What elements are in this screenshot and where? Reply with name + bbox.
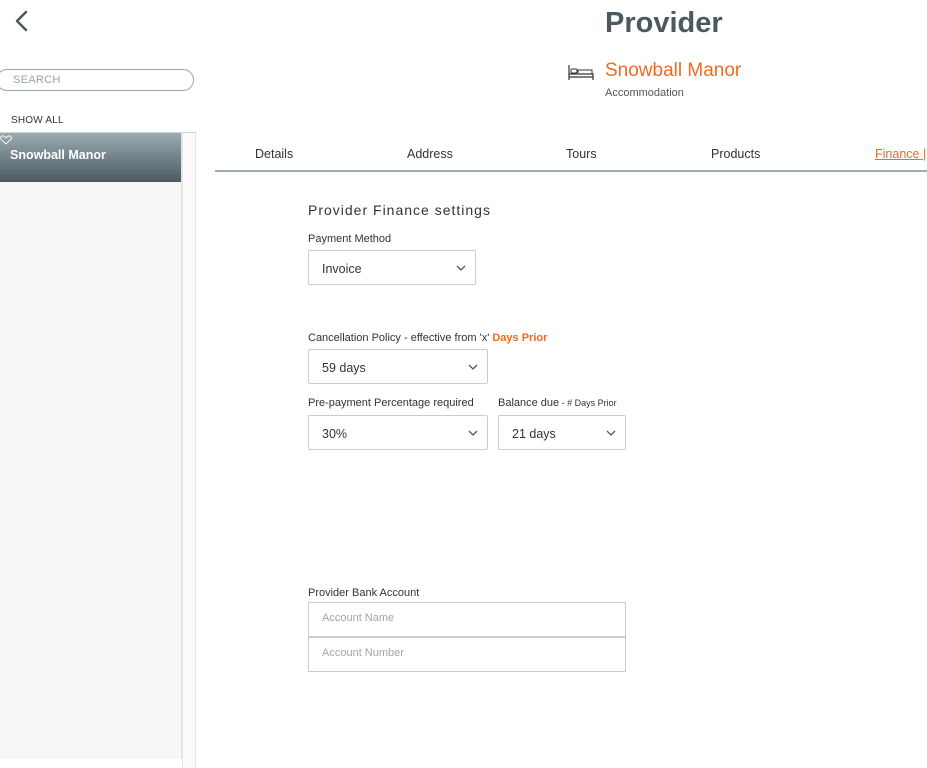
tab-details[interactable]: Details <box>255 147 293 161</box>
back-button[interactable] <box>10 9 34 33</box>
cancellation-label-text: Cancellation Policy - effective from 'x' <box>308 332 490 344</box>
account-number-input[interactable] <box>322 638 612 668</box>
tab-products[interactable]: Products <box>711 147 760 161</box>
prepayment-label: Pre-payment Percentage required <box>308 397 474 409</box>
balance-due-label-small: - # Days Prior <box>559 398 617 408</box>
balance-due-label-text: Balance due <box>498 397 560 409</box>
account-number-field[interactable] <box>308 637 626 672</box>
tab-address[interactable]: Address <box>407 147 453 161</box>
bed-icon <box>568 65 594 80</box>
section-title: Provider Finance settings <box>308 202 491 218</box>
show-all-link[interactable]: SHOW ALL <box>11 115 64 126</box>
list-item-label: Snowball Manor <box>10 148 106 162</box>
payment-method-select[interactable]: Invoice <box>308 250 476 285</box>
search-box[interactable] <box>0 69 194 91</box>
chevron-left-icon <box>15 10 28 32</box>
prepayment-value: 30% <box>322 427 348 441</box>
account-name-input[interactable] <box>322 603 612 633</box>
payment-method-label: Payment Method <box>308 233 392 245</box>
bank-account-label: Provider Bank Account <box>308 587 420 599</box>
provider-list <box>0 133 182 759</box>
list-item[interactable]: Snowball Manor <box>0 133 181 182</box>
tab-finance[interactable]: Finance | <box>875 147 926 161</box>
prepayment-select[interactable]: 30% <box>308 415 488 450</box>
list-scrollbar[interactable] <box>182 133 196 768</box>
tabs-underline <box>215 170 927 172</box>
search-input[interactable] <box>13 70 193 90</box>
chevron-down-icon <box>468 430 478 436</box>
cancellation-label-accent: Days Prior <box>492 332 548 344</box>
panel-divider <box>195 133 196 768</box>
heart-icon[interactable] <box>0 135 12 145</box>
provider-name: Snowball Manor <box>605 60 742 81</box>
cancellation-value: 59 days <box>322 361 366 375</box>
cancellation-select[interactable]: 59 days <box>308 349 488 384</box>
chevron-down-icon <box>468 364 478 370</box>
chevron-down-icon <box>606 430 616 436</box>
provider-type: Accommodation <box>605 87 684 99</box>
chevron-down-icon <box>456 265 466 271</box>
page-title: Provider <box>605 7 723 39</box>
balance-due-label: Balance due - # Days Prior <box>498 397 617 409</box>
account-name-field[interactable] <box>308 602 626 637</box>
balance-due-select[interactable]: 21 days <box>498 415 626 450</box>
balance-due-value: 21 days <box>512 427 556 441</box>
payment-method-value: Invoice <box>322 262 362 276</box>
cancellation-label: Cancellation Policy - effective from 'x'… <box>308 332 547 344</box>
tab-tours[interactable]: Tours <box>566 147 597 161</box>
